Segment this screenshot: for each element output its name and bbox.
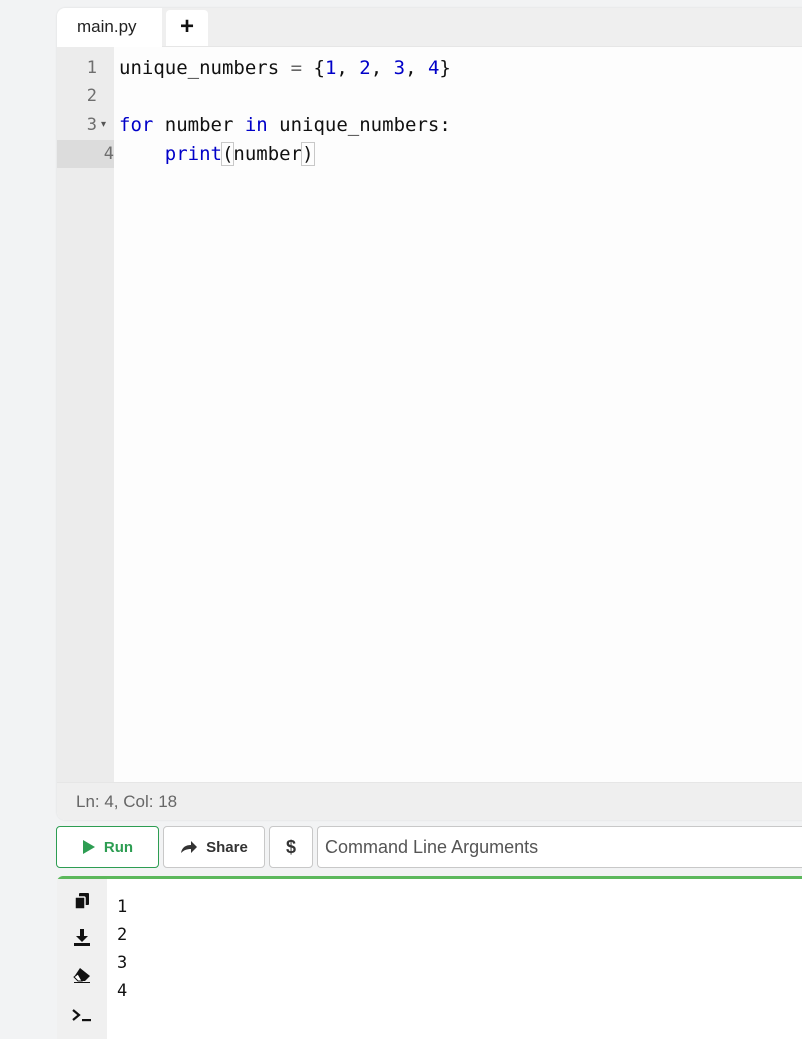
output-sidebar (57, 879, 107, 1039)
code-editor[interactable]: unique_numbers = {1, 2, 3, 4} for number… (114, 47, 802, 782)
status-bar: Ln: 4, Col: 18 (57, 782, 802, 820)
download-icon[interactable] (70, 925, 94, 949)
share-icon (181, 841, 198, 853)
eraser-icon[interactable] (70, 963, 94, 987)
command-line-arguments-input[interactable] (317, 826, 802, 868)
program-output: 1 2 3 4 (117, 893, 127, 1005)
run-toolbar: Run Share $ (56, 826, 802, 868)
output-line: 3 (117, 953, 128, 973)
line-number: 3 (86, 115, 97, 135)
run-button[interactable]: Run (56, 826, 159, 868)
output-line: 2 (117, 925, 128, 945)
fold-arrow-icon[interactable]: ▾ (101, 111, 111, 139)
share-button[interactable]: Share (163, 826, 265, 868)
dollar-label: $ (285, 836, 296, 857)
text-cursor (313, 143, 315, 166)
tab-bar: main.py + (57, 8, 802, 47)
line-number-active: 4 (57, 140, 114, 168)
run-label: Run (103, 838, 134, 856)
output-line: 1 (117, 897, 128, 917)
stdin-button[interactable]: $ (269, 826, 313, 868)
tab-main-py[interactable]: main.py (57, 8, 162, 47)
code-line: print(number) (164, 142, 315, 166)
add-tab-button[interactable]: + (166, 10, 208, 46)
editor-panel: main.py + 1 2 3 ▾ 4 unique_numbers = {1,… (57, 8, 802, 820)
cursor-position: Ln: 4, Col: 18 (76, 792, 178, 811)
code-line: for number in unique_numbers: (119, 114, 451, 136)
copy-icon[interactable] (70, 889, 94, 913)
line-number: 1 (86, 58, 97, 78)
output-panel: 1 2 3 4 (57, 876, 802, 1039)
line-gutter: 1 2 3 ▾ 4 (57, 47, 114, 782)
terminal-icon[interactable] (70, 1003, 94, 1027)
share-label: Share (206, 838, 248, 856)
code-line: unique_numbers = {1, 2, 3, 4} (119, 57, 451, 79)
line-number: 2 (86, 86, 97, 106)
output-line: 4 (117, 981, 128, 1001)
play-icon (82, 840, 95, 854)
